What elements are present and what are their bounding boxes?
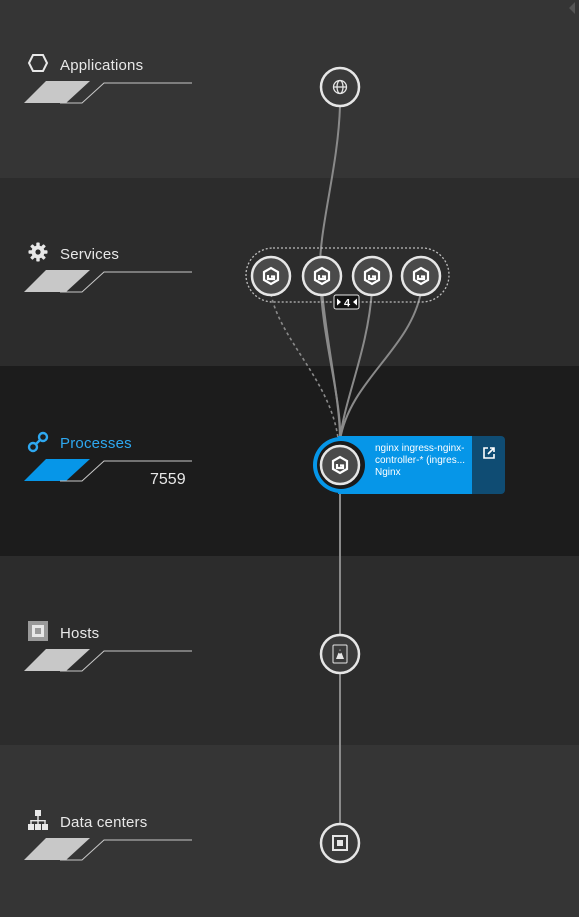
service-group-collapse-button[interactable]: 4 (333, 294, 360, 310)
process-card-label[interactable]: nginx ingress-nginx- controller-* (ingre… (375, 443, 467, 479)
edge-service-process (339, 289, 373, 441)
host-node[interactable] (319, 633, 361, 675)
edge-service-process (339, 291, 422, 441)
application-node[interactable] (319, 66, 361, 108)
service-node[interactable] (400, 255, 442, 297)
process-technology: Nginx (375, 467, 401, 478)
open-process-button[interactable] (472, 436, 505, 494)
service-node[interactable] (250, 255, 292, 297)
process-name-line1: nginx ingress-nginx- (375, 443, 465, 454)
service-group-count: 4 (344, 298, 351, 310)
selected-process-card[interactable]: nginx ingress-nginx- controller-* (ingre… (312, 436, 505, 494)
service-node[interactable] (301, 255, 343, 297)
edge-service-process-dashed (270, 293, 339, 439)
external-link-icon (483, 447, 495, 459)
process-node[interactable] (312, 436, 370, 494)
service-node[interactable] (351, 255, 393, 297)
process-name-line2: controller-* (ingres... (375, 455, 466, 466)
edge-service-process (321, 289, 341, 441)
datacenter-node[interactable] (319, 822, 361, 864)
